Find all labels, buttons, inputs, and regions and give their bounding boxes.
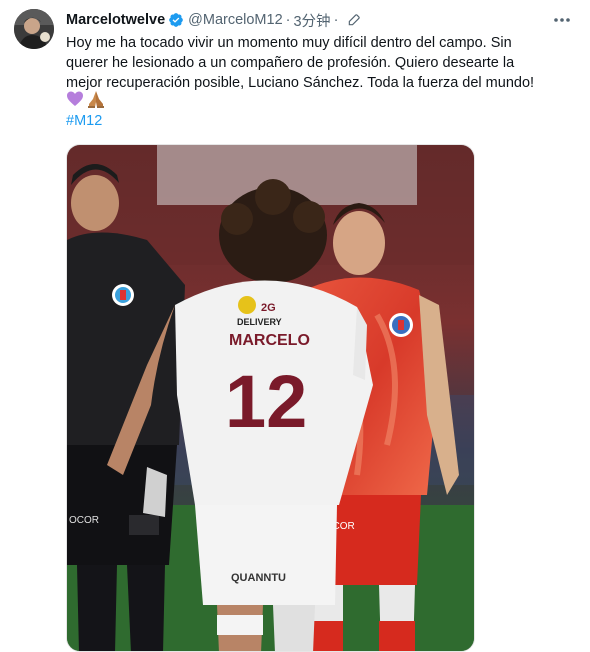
verified-badge-icon [168, 12, 184, 28]
folded-hands-icon [86, 90, 106, 113]
separator-dot: · [285, 12, 291, 28]
tweet: Marcelotwelve @MarceloM12 · 3分钟 · Hoy me… [0, 0, 590, 652]
hashtag-link[interactable]: #M12 [66, 111, 102, 131]
timestamp[interactable]: 3分钟 [293, 10, 330, 31]
emoji-row [66, 90, 106, 113]
shorts-sponsor: QUANNTU [231, 572, 286, 584]
tweet-text-line-2: querer he lesionado a un compañero de pr… [66, 55, 515, 71]
jersey-name: MARCELO [229, 332, 310, 349]
jersey-sponsor-text: DELIVERY [237, 317, 282, 327]
avatar[interactable] [14, 9, 54, 49]
separator-dot-2: · [333, 12, 339, 28]
display-name[interactable]: Marcelotwelve [66, 12, 165, 28]
tweet-photo[interactable]: OCOR NGIOCOR [66, 144, 475, 652]
tweet-text-line-3: mejor recuperación posible, Luciano Sánc… [66, 75, 535, 91]
dark-shorts-sponsor: OCOR [69, 515, 99, 526]
tweet-header: Marcelotwelve @MarceloM12 · 3分钟 · [66, 10, 361, 30]
jersey-number: 12 [225, 360, 307, 443]
more-options-icon[interactable] [552, 10, 572, 30]
svg-text:2G: 2G [261, 302, 276, 314]
edit-pencil-icon[interactable] [347, 13, 361, 27]
tweet-text-line-1: Hoy me ha tocado vivir un momento muy di… [66, 35, 512, 51]
purple-heart-icon [66, 90, 84, 113]
user-handle[interactable]: @MarceloM12 [188, 12, 283, 28]
tweet-text: Hoy me ha tocado vivir un momento muy di… [66, 33, 571, 93]
